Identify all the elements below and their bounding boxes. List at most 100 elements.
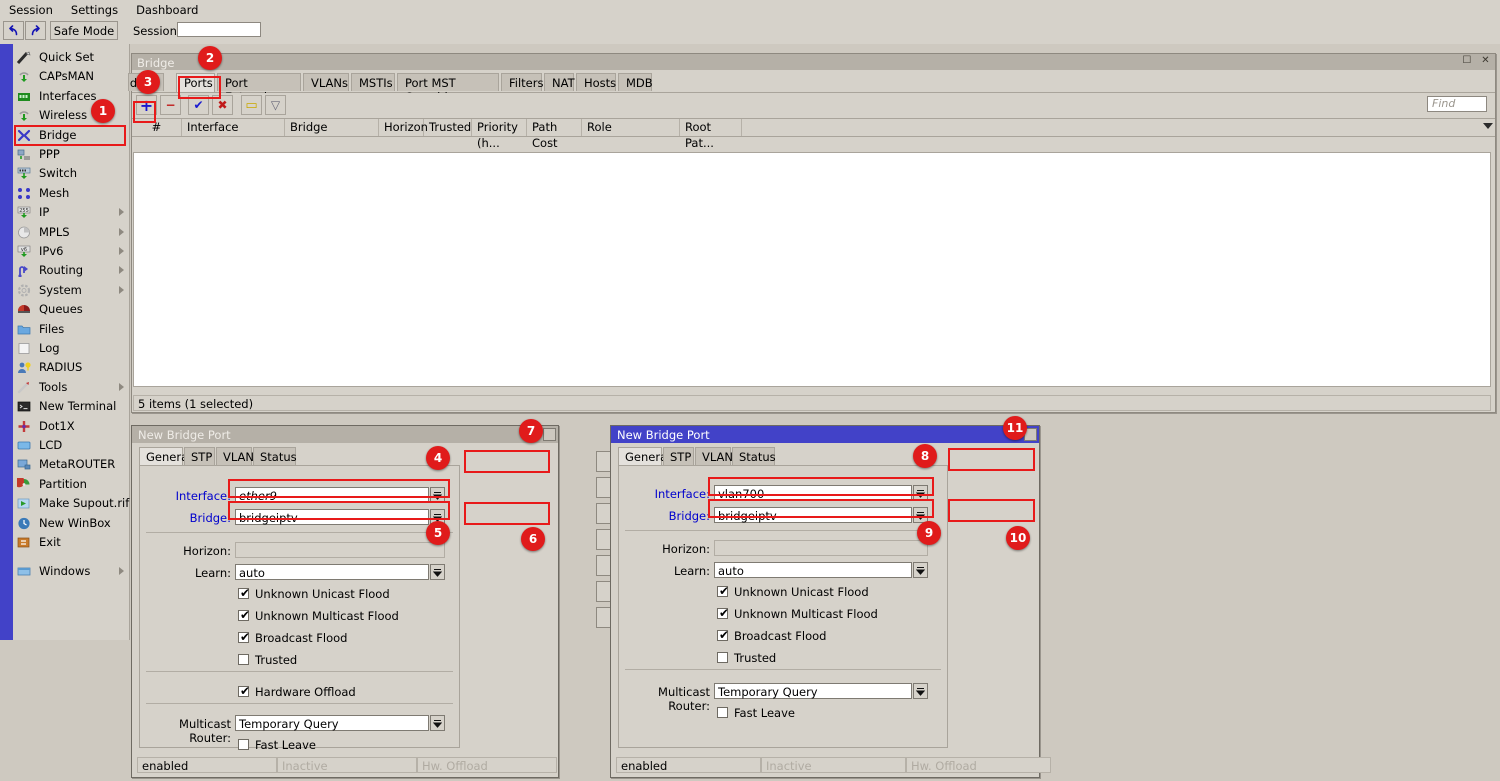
sidebar-item-ip[interactable]: 255IP xyxy=(13,203,129,222)
dialog-right-tab-stp[interactable]: STP xyxy=(663,447,694,465)
comment-icon[interactable]: ▭ xyxy=(241,95,262,115)
ipv6-icon: v6 xyxy=(17,245,31,258)
dialog-left-tab-stp[interactable]: STP xyxy=(184,447,215,465)
sidebar-item-label: RADIUS xyxy=(39,360,82,374)
dialog-right-bridge-input[interactable]: bridgeiptv xyxy=(714,507,912,523)
sidebar-item-mpls[interactable]: MPLS xyxy=(13,223,129,242)
dialog-left-learn-label: Learn: xyxy=(140,566,231,580)
dialog-left-interface-input-dropdown-arrow-icon[interactable] xyxy=(430,487,445,503)
column-header[interactable]: # xyxy=(132,119,182,136)
divider xyxy=(146,532,453,533)
column-header[interactable]: Role xyxy=(582,119,680,136)
sidebar-item-bridge[interactable]: Bridge xyxy=(13,126,129,145)
dialog-left-tab-general[interactable]: General xyxy=(139,447,183,466)
sidebar-item-exit[interactable]: Exit xyxy=(13,533,129,552)
close-icon[interactable]: ✕ xyxy=(1479,55,1492,67)
sidebar-item-capsman[interactable]: CAPsMAN xyxy=(13,67,129,86)
tab-port-extensions[interactable]: Port Extensions xyxy=(217,73,301,91)
dialog-left-learn-input-dropdown-arrow-icon[interactable] xyxy=(430,564,445,580)
dialog-left-restore-icon[interactable] xyxy=(543,428,556,441)
dialog-left-bridge-input[interactable]: bridgeiptv xyxy=(235,509,429,525)
sidebar-item-files[interactable]: Files xyxy=(13,320,129,339)
new-bridge-port-dialog-left: New Bridge Port GeneralSTPVLANStatus Int… xyxy=(131,425,559,778)
dialog-right-titlebar[interactable]: New Bridge Port xyxy=(611,426,1039,443)
dialog-left-titlebar[interactable]: New Bridge Port xyxy=(132,426,558,443)
tab-hosts[interactable]: Hosts xyxy=(576,73,616,91)
column-header[interactable]: Trusted xyxy=(424,119,472,136)
sidebar-item-mesh[interactable]: Mesh xyxy=(13,184,129,203)
sidebar-item-queues[interactable]: Queues xyxy=(13,300,129,319)
sidebar-item-quick-set[interactable]: Quick Set xyxy=(13,48,129,67)
sidebar-item-new-winbox[interactable]: New WinBox xyxy=(13,514,129,533)
sidebar-item-ipv6[interactable]: v6IPv6 xyxy=(13,242,129,261)
annotation-badge-10: 10 xyxy=(1006,526,1030,550)
dialog-right-learn-input[interactable]: auto xyxy=(714,562,912,578)
tab-filters[interactable]: Filters xyxy=(501,73,542,91)
cross-disable-icon[interactable]: ✖ xyxy=(212,95,233,115)
minus-remove-icon[interactable]: − xyxy=(160,95,181,115)
chevron-down-icon[interactable] xyxy=(1483,123,1493,129)
dialog-right-interface-input[interactable]: vlan700 xyxy=(714,485,912,501)
column-header[interactable]: Path Cost xyxy=(527,119,582,136)
dialog-left-tab-vlan[interactable]: VLAN xyxy=(216,447,252,465)
checkbox-label: Fast Leave xyxy=(734,706,795,720)
dialog-left-horizon-input[interactable] xyxy=(235,542,445,558)
tab-mstis[interactable]: MSTIs xyxy=(351,73,395,91)
dialog-right-tab-vlan[interactable]: VLAN xyxy=(695,447,731,465)
tab-nat[interactable]: NAT xyxy=(544,73,574,91)
sidebar-item-routing[interactable]: Routing xyxy=(13,261,129,280)
dialog-right-learn-input-dropdown-arrow-icon[interactable] xyxy=(913,562,928,578)
column-header[interactable]: Root Pat... xyxy=(680,119,742,136)
dialog-left-multicast-router-input-dropdown-arrow-icon[interactable] xyxy=(430,715,445,731)
check-enable-icon[interactable]: ✔ xyxy=(188,95,209,115)
sidebar-item-make-supout-rif[interactable]: Make Supout.rif xyxy=(13,494,129,513)
session-input[interactable] xyxy=(177,22,261,37)
sidebar-item-windows[interactable]: Windows xyxy=(13,562,129,581)
ports-table-body[interactable]: ForoISP xyxy=(133,152,1491,387)
dialog-left-tab-status[interactable]: Status xyxy=(253,447,296,465)
menu-item-dashboard[interactable]: Dashboard xyxy=(127,0,207,19)
column-header[interactable]: Horizon xyxy=(379,119,424,136)
dialog-right-tab-general[interactable]: General xyxy=(618,447,662,466)
dialog-right-multicast-router-input[interactable]: Temporary Query xyxy=(714,683,912,699)
dialog-right-multicast-router-input-dropdown-arrow-icon[interactable] xyxy=(913,683,928,699)
tab-mdb[interactable]: MDB xyxy=(618,73,652,91)
sidebar-item-radius[interactable]: RADIUS xyxy=(13,358,129,377)
filter-funnel-icon[interactable]: ▽ xyxy=(265,95,286,115)
window-icon xyxy=(17,565,31,578)
bridge-window-tabs: BridgePortsPort ExtensionsVLANsMSTIsPort… xyxy=(132,70,1495,93)
dialog-left-interface-input[interactable]: ether9 xyxy=(235,487,429,503)
bridge-window-titlebar[interactable]: Bridge ☐ ✕ xyxy=(132,54,1495,70)
sidebar-item-partition[interactable]: Partition xyxy=(13,475,129,494)
dialog-left-learn-input[interactable]: auto xyxy=(235,564,429,580)
tab-vlans[interactable]: VLANs xyxy=(303,73,349,91)
column-header[interactable]: Interface xyxy=(182,119,285,136)
sidebar-item-log[interactable]: Log xyxy=(13,339,129,358)
sidebar-item-dot1x[interactable]: Dot1X xyxy=(13,417,129,436)
find-input[interactable]: Find xyxy=(1427,96,1487,112)
safe-mode-button[interactable]: Safe Mode xyxy=(50,21,118,40)
sidebar-item-switch[interactable]: Switch xyxy=(13,164,129,183)
tab-port-mst-overrides[interactable]: Port MST Overrides xyxy=(397,73,499,91)
dialog-left-multicast-router-input[interactable]: Temporary Query xyxy=(235,715,429,731)
sidebar-item-new-terminal[interactable]: New Terminal xyxy=(13,397,129,416)
tab-ports[interactable]: Ports xyxy=(176,73,215,92)
sidebar-item-metarouter[interactable]: MetaROUTER xyxy=(13,455,129,474)
sidebar-item-ppp[interactable]: PPP xyxy=(13,145,129,164)
undo-icon[interactable] xyxy=(3,21,24,40)
menu-item-session[interactable]: Session xyxy=(0,0,62,19)
dialog-right-tab-status[interactable]: Status xyxy=(732,447,775,465)
tab-label: VLANs xyxy=(311,76,348,90)
sidebar-item-tools[interactable]: Tools xyxy=(13,378,129,397)
sidebar-item-lcd[interactable]: LCD xyxy=(13,436,129,455)
redo-icon[interactable] xyxy=(25,21,46,40)
dialog-right-horizon-input[interactable] xyxy=(714,540,928,556)
sidebar-item-system[interactable]: System xyxy=(13,281,129,300)
dialog-right-interface-input-dropdown-arrow-icon[interactable] xyxy=(913,485,928,501)
menu-item-settings[interactable]: Settings xyxy=(62,0,127,19)
divider xyxy=(146,671,453,672)
column-header[interactable]: Bridge xyxy=(285,119,379,136)
column-header[interactable]: Priority (h... xyxy=(472,119,527,136)
plus-add-icon[interactable]: + xyxy=(136,95,157,115)
maximize-icon[interactable]: ☐ xyxy=(1460,55,1473,67)
